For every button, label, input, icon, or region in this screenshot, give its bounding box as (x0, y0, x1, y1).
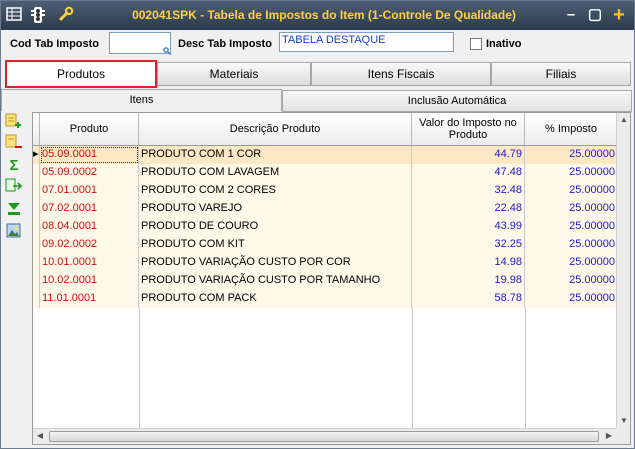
filter-down-icon[interactable] (5, 201, 23, 217)
row-indicator[interactable] (33, 236, 40, 254)
cell-percent-imposto[interactable]: 25.00000 (525, 290, 618, 308)
cell-percent-imposto[interactable]: 25.00000 (525, 164, 618, 182)
scroll-down-icon[interactable]: ▼ (617, 414, 630, 428)
row-indicator[interactable] (33, 254, 40, 272)
cell-produto[interactable]: 05.09.0001 (40, 146, 139, 164)
cell-produto[interactable]: 05.09.0002 (40, 164, 139, 182)
cell-descricao[interactable]: PRODUTO COM LAVAGEM (139, 164, 412, 182)
add-row-icon[interactable] (5, 113, 23, 129)
scroll-up-icon[interactable]: ▲ (617, 113, 630, 127)
table-row[interactable]: 08.04.0001 PRODUTO DE COURO 43.99 25.00000 (33, 218, 630, 236)
row-indicator[interactable] (33, 182, 40, 200)
wrench-icon[interactable] (57, 6, 75, 24)
cod-tab-imposto-input[interactable] (109, 32, 171, 54)
horizontal-scrollbar[interactable]: ◀ ▶ (33, 428, 616, 444)
subtab-itens[interactable]: Itens (1, 89, 282, 111)
grid-corner (33, 113, 40, 146)
cell-produto[interactable]: 11.01.0001 (40, 290, 139, 308)
cell-percent-imposto[interactable]: 25.00000 (525, 272, 618, 290)
tab-filiais[interactable]: Filiais (491, 62, 631, 86)
header-produto[interactable]: Produto (40, 113, 139, 146)
cell-valor-imposto[interactable]: 47.48 (412, 164, 525, 182)
table-row[interactable]: 07.02.0001 PRODUTO VAREJO 22.48 25.00000 (33, 200, 630, 218)
inativo-checkbox[interactable] (470, 38, 482, 50)
cell-valor-imposto[interactable]: 32.25 (412, 236, 525, 254)
cell-produto[interactable]: 07.01.0001 (40, 182, 139, 200)
table-row[interactable]: 10.01.0001 PRODUTO VARIAÇÃO CUSTO POR COR… (33, 254, 630, 272)
window: 002041SPK - Tabela de Impostos do Item (… (0, 0, 635, 449)
cell-produto[interactable]: 07.02.0001 (40, 200, 139, 218)
cell-produto[interactable]: 10.01.0001 (40, 254, 139, 272)
cell-percent-imposto[interactable]: 25.00000 (525, 182, 618, 200)
cell-descricao[interactable]: PRODUTO DE COURO (139, 218, 412, 236)
desc-tab-imposto-input[interactable]: TABELA DESTAQUE (279, 32, 454, 52)
add-button[interactable]: + (609, 5, 629, 25)
cell-valor-imposto[interactable]: 22.48 (412, 200, 525, 218)
table-row[interactable]: 09.02.0002 PRODUTO COM KIT 32.25 25.00000 (33, 236, 630, 254)
tab-materiais[interactable]: Materiais (157, 62, 311, 86)
row-indicator[interactable]: ▸ (33, 146, 40, 164)
cell-percent-imposto[interactable]: 25.00000 (525, 236, 618, 254)
cell-descricao[interactable]: PRODUTO VARIAÇÃO CUSTO POR TAMANHO (139, 272, 412, 290)
header-descricao-produto[interactable]: Descrição Produto (139, 113, 412, 146)
scroll-corner (616, 428, 630, 444)
cell-percent-imposto[interactable]: 25.00000 (525, 218, 618, 236)
tab-produtos[interactable]: Produtos (5, 60, 157, 88)
sum-icon[interactable]: Σ (5, 158, 23, 174)
cell-percent-imposto[interactable]: 25.00000 (525, 200, 618, 218)
cell-descricao[interactable]: PRODUTO COM 1 COR (139, 146, 412, 164)
subtab-inclusao-automatica[interactable]: Inclusão Automática (282, 90, 632, 112)
cell-percent-imposto[interactable]: 25.00000 (525, 146, 618, 164)
row-indicator[interactable] (33, 290, 40, 308)
remove-row-icon[interactable] (5, 134, 23, 150)
cell-valor-imposto[interactable]: 58.78 (412, 290, 525, 308)
row-indicator[interactable] (33, 200, 40, 218)
export-icon[interactable] (5, 178, 23, 194)
minimize-button[interactable]: – (561, 6, 581, 24)
scroll-left-icon[interactable]: ◀ (33, 429, 47, 443)
cell-valor-imposto[interactable]: 14.98 (412, 254, 525, 272)
row-indicator[interactable] (33, 164, 40, 182)
cell-produto[interactable]: 09.02.0002 (40, 236, 139, 254)
cell-valor-imposto[interactable]: 44.79 (412, 146, 525, 164)
cell-produto[interactable]: 08.04.0001 (40, 218, 139, 236)
horizontal-scroll-thumb[interactable] (49, 431, 599, 442)
header-valor-imposto[interactable]: Valor do Imposto no Produto (412, 113, 525, 146)
cell-valor-imposto[interactable]: 19.98 (412, 272, 525, 290)
tab-itens-fiscais[interactable]: Itens Fiscais (311, 62, 491, 86)
table-row[interactable]: 11.01.0001 PRODUTO COM PACK 58.78 25.00000 (33, 290, 630, 308)
items-grid: Produto Descrição Produto Valor do Impos… (32, 112, 631, 445)
cell-valor-imposto[interactable]: 43.99 (412, 218, 525, 236)
row-indicator[interactable] (33, 218, 40, 236)
scroll-right-icon[interactable]: ▶ (602, 429, 616, 443)
table-row[interactable]: 10.02.0001 PRODUTO VARIAÇÃO CUSTO POR TAM… (33, 272, 630, 290)
image-icon[interactable] (5, 223, 23, 239)
traffic-light-icon[interactable] (29, 6, 47, 24)
cell-descricao[interactable]: PRODUTO COM KIT (139, 236, 412, 254)
inativo-label: Inativo (486, 38, 522, 50)
cell-valor-imposto[interactable]: 32.48 (412, 182, 525, 200)
search-icon[interactable] (163, 46, 171, 55)
window-title: 002041SPK - Tabela de Impostos do Item (… (132, 8, 516, 22)
row-indicator[interactable] (33, 272, 40, 290)
cell-percent-imposto[interactable]: 25.00000 (525, 254, 618, 272)
cell-produto[interactable]: 10.02.0001 (40, 272, 139, 290)
vertical-scrollbar[interactable]: ▲ ▼ (616, 113, 630, 428)
table-row[interactable]: ▸ 05.09.0001 PRODUTO COM 1 COR 44.79 25.0000… (33, 146, 630, 164)
cod-tab-imposto-label: Cod Tab Imposto (10, 38, 100, 50)
cell-descricao[interactable]: PRODUTO COM 2 CORES (139, 182, 412, 200)
cell-descricao[interactable]: PRODUTO COM PACK (139, 290, 412, 308)
cell-descricao[interactable]: PRODUTO VAREJO (139, 200, 412, 218)
table-row[interactable]: 07.01.0001 PRODUTO COM 2 CORES 32.48 25.000… (33, 182, 630, 200)
header-percent-imposto[interactable]: % Imposto (525, 113, 618, 146)
title-bar: 002041SPK - Tabela de Impostos do Item (… (1, 1, 634, 30)
table-row[interactable]: 05.09.0002 PRODUTO COM LAVAGEM 47.48 25.000… (33, 164, 630, 182)
maximize-button[interactable]: ▢ (585, 6, 605, 24)
cell-descricao[interactable]: PRODUTO VARIAÇÃO CUSTO POR COR (139, 254, 412, 272)
grid-icon[interactable] (5, 6, 23, 24)
desc-tab-imposto-label: Desc Tab Imposto (178, 38, 272, 50)
